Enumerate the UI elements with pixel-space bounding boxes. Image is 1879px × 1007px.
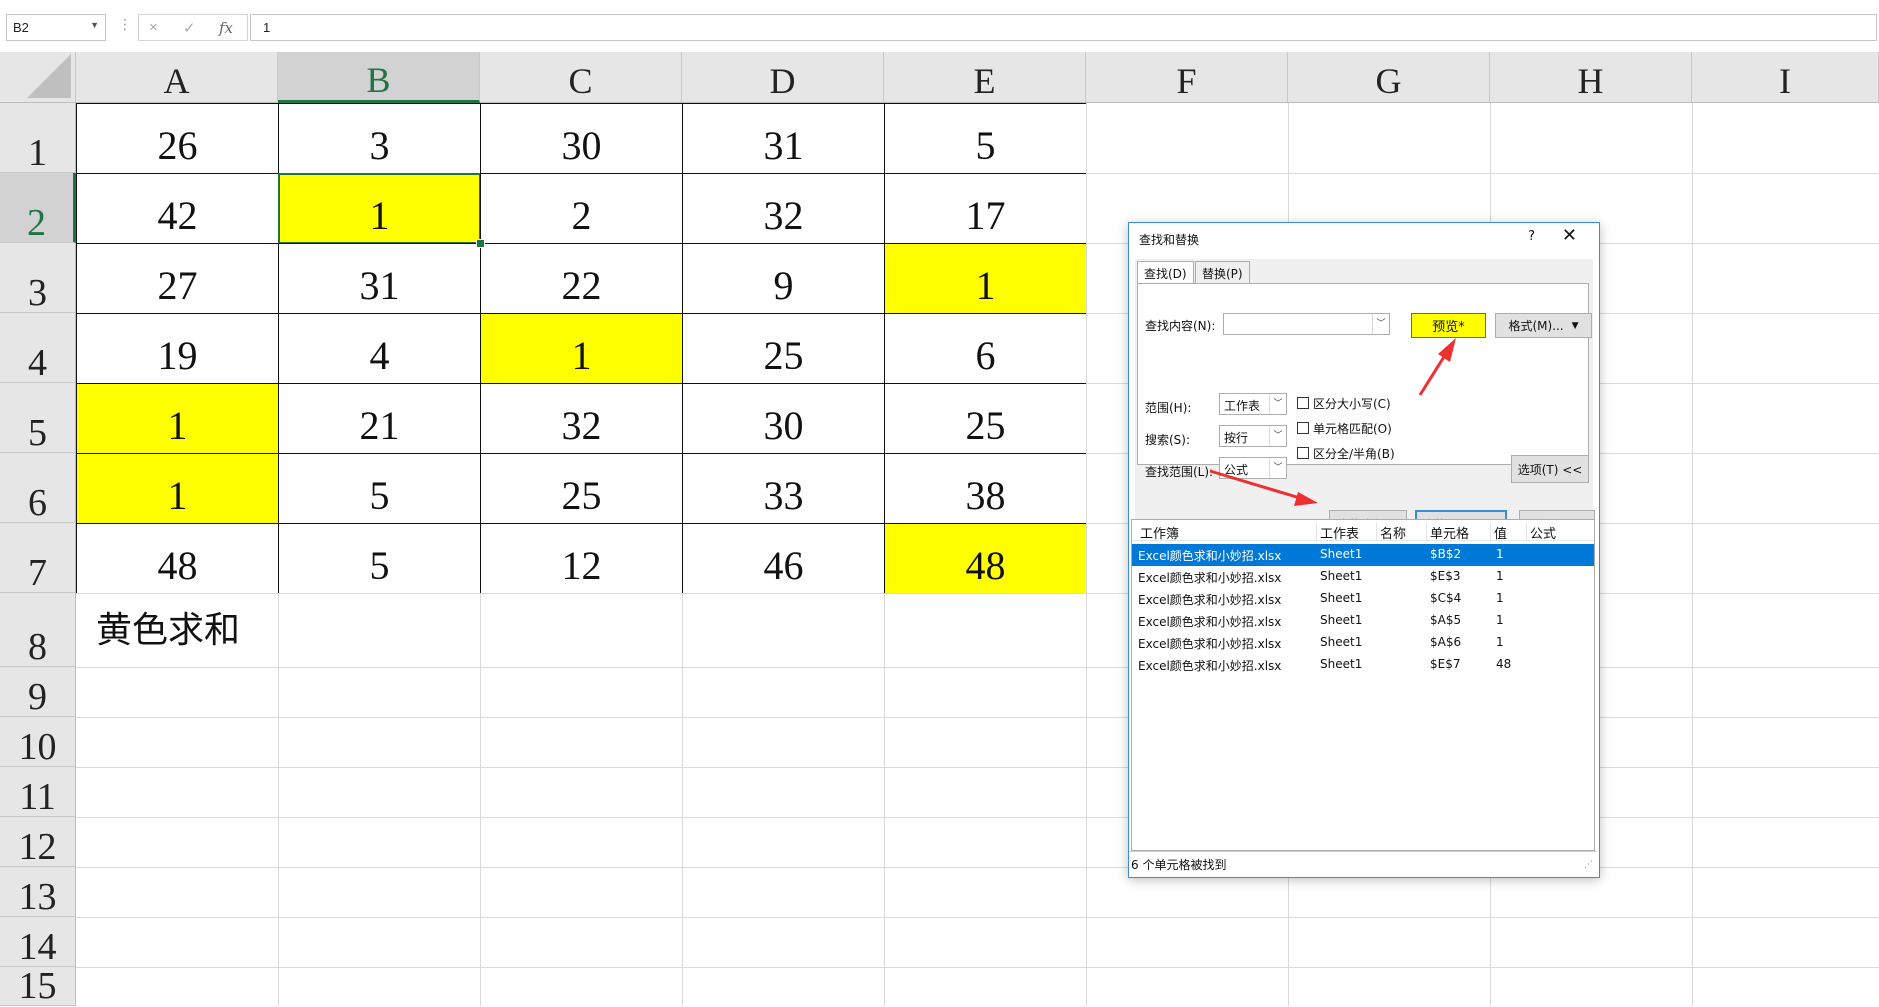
header-workbook[interactable]: 工作簿: [1140, 523, 1317, 542]
formula-value: 1: [263, 20, 271, 35]
chevron-down-icon[interactable]: ﹀: [1269, 426, 1286, 446]
match-cell-label: 单元格匹配(O): [1313, 422, 1392, 436]
result-workbook: Excel颜色求和小妙招.xlsx: [1138, 593, 1282, 607]
status-text: 6 个单元格被找到: [1131, 858, 1227, 872]
cancel-icon[interactable]: ×: [149, 19, 158, 36]
result-cell: $A$5: [1430, 613, 1462, 627]
result-workbook: Excel颜色求和小妙招.xlsx: [1138, 615, 1282, 629]
result-row[interactable]: Excel颜色求和小妙招.xlsx Sheet1 $C$4 1: [1132, 588, 1594, 610]
scope-value: 工作表: [1224, 399, 1261, 413]
tab-replace[interactable]: 替换(P): [1195, 261, 1250, 283]
options-button[interactable]: 选项(T) <<: [1511, 455, 1589, 483]
result-cell: $B$2: [1430, 547, 1462, 561]
chevron-down-icon[interactable]: ﹀: [1269, 458, 1286, 478]
header-cell[interactable]: 单元格: [1430, 523, 1491, 542]
format-button-label: 格式(M)...: [1508, 319, 1564, 333]
match-width-label: 区分全/半角(B): [1313, 447, 1395, 461]
match-case-checkbox[interactable]: 区分大小写(C): [1297, 395, 1391, 412]
name-box-value: B2: [13, 20, 29, 35]
tab-find[interactable]: 查找(D): [1137, 261, 1194, 284]
checkbox-icon: [1297, 397, 1309, 409]
fill-handle[interactable]: [476, 239, 485, 248]
result-sheet: Sheet1: [1320, 613, 1363, 627]
result-cell: $C$4: [1430, 591, 1462, 605]
check-icon[interactable]: ✓: [183, 19, 196, 37]
more-icon[interactable]: ⋮: [118, 16, 132, 33]
result-workbook: Excel颜色求和小妙招.xlsx: [1138, 549, 1282, 563]
result-value: 1: [1496, 613, 1504, 627]
match-width-checkbox[interactable]: 区分全/半角(B): [1297, 445, 1395, 462]
result-cell: $E$3: [1430, 569, 1461, 583]
status-bar: 6 个单元格被找到 ⋰: [1129, 851, 1597, 876]
result-workbook: Excel颜色求和小妙招.xlsx: [1138, 637, 1282, 651]
format-preview: 预览*: [1411, 313, 1486, 338]
result-value: 1: [1496, 635, 1504, 649]
chevron-down-icon: ▼: [1571, 320, 1579, 331]
result-workbook: Excel颜色求和小妙招.xlsx: [1138, 571, 1282, 585]
header-value[interactable]: 值: [1494, 523, 1527, 542]
match-case-label: 区分大小写(C): [1313, 397, 1391, 411]
result-sheet: Sheet1: [1320, 569, 1363, 583]
result-sheet: Sheet1: [1320, 657, 1363, 671]
result-sheet: Sheet1: [1320, 591, 1363, 605]
result-row[interactable]: Excel颜色求和小妙招.xlsx Sheet1 $A$6 1: [1132, 632, 1594, 654]
format-button[interactable]: 格式(M)... ▼: [1495, 313, 1592, 338]
look-in-value: 公式: [1224, 463, 1249, 477]
formula-buttons: × ✓ fx: [138, 14, 248, 41]
formula-input[interactable]: 1: [250, 14, 1877, 41]
find-what-label: 查找内容(N):: [1145, 319, 1216, 333]
find-replace-dialog: 查找和替换 ? ✕ 查找(D) 替换(P) 查找内容(N): ﹀ 预览* 格式(…: [1128, 222, 1600, 878]
resize-grip-icon[interactable]: ⋰: [1584, 860, 1593, 870]
result-workbook: Excel颜色求和小妙招.xlsx: [1138, 659, 1282, 673]
header-sheet[interactable]: 工作表: [1320, 523, 1377, 542]
result-row[interactable]: Excel颜色求和小妙招.xlsx Sheet1 $A$5 1: [1132, 610, 1594, 632]
look-in-label: 查找范围(L):: [1145, 465, 1214, 479]
result-cell: $A$6: [1430, 635, 1462, 649]
result-sheet: Sheet1: [1320, 547, 1363, 561]
scope-label: 范围(H):: [1145, 401, 1192, 415]
result-value: 1: [1496, 591, 1504, 605]
formula-bar: B2 ▼ ⋮ × ✓ fx 1: [0, 0, 1879, 53]
name-box[interactable]: B2 ▼: [6, 14, 106, 41]
chevron-down-icon[interactable]: ﹀: [1269, 394, 1286, 414]
find-what-input[interactable]: ﹀: [1223, 313, 1390, 335]
match-cell-checkbox[interactable]: 单元格匹配(O): [1297, 420, 1392, 437]
search-label: 搜索(S):: [1145, 433, 1191, 447]
result-sheet: Sheet1: [1320, 635, 1363, 649]
chevron-down-icon[interactable]: ﹀: [1372, 314, 1389, 334]
result-value: 1: [1496, 547, 1504, 561]
results-list: 工作簿 工作表 名称 单元格 值 公式 Excel颜色求和小妙招.xlsx Sh…: [1131, 519, 1595, 851]
header-formula[interactable]: 公式: [1530, 523, 1574, 542]
result-value: 48: [1496, 657, 1512, 671]
checkbox-icon: [1297, 447, 1309, 459]
dialog-title: 查找和替换: [1139, 233, 1200, 247]
result-value: 1: [1496, 569, 1504, 583]
chevron-down-icon[interactable]: ▼: [90, 20, 99, 30]
header-name[interactable]: 名称: [1380, 523, 1427, 542]
result-row[interactable]: Excel颜色求和小妙招.xlsx Sheet1 $E$7 48: [1132, 654, 1594, 676]
scope-select[interactable]: 工作表 ﹀: [1219, 393, 1287, 415]
look-in-select[interactable]: 公式 ﹀: [1219, 457, 1287, 479]
result-cell: $E$7: [1430, 657, 1461, 671]
close-icon[interactable]: ✕: [1562, 225, 1577, 246]
help-icon[interactable]: ?: [1528, 229, 1535, 244]
find-tab-body: [1137, 283, 1589, 465]
result-row[interactable]: Excel颜色求和小妙招.xlsx Sheet1 $B$2 1: [1132, 544, 1594, 566]
search-select[interactable]: 按行 ﹀: [1219, 425, 1287, 447]
function-icon[interactable]: fx: [219, 19, 233, 37]
checkbox-icon: [1297, 422, 1309, 434]
result-row[interactable]: Excel颜色求和小妙招.xlsx Sheet1 $E$3 1: [1132, 566, 1594, 588]
search-value: 按行: [1224, 431, 1249, 445]
results-header: 工作簿 工作表 名称 单元格 值 公式: [1132, 520, 1594, 542]
